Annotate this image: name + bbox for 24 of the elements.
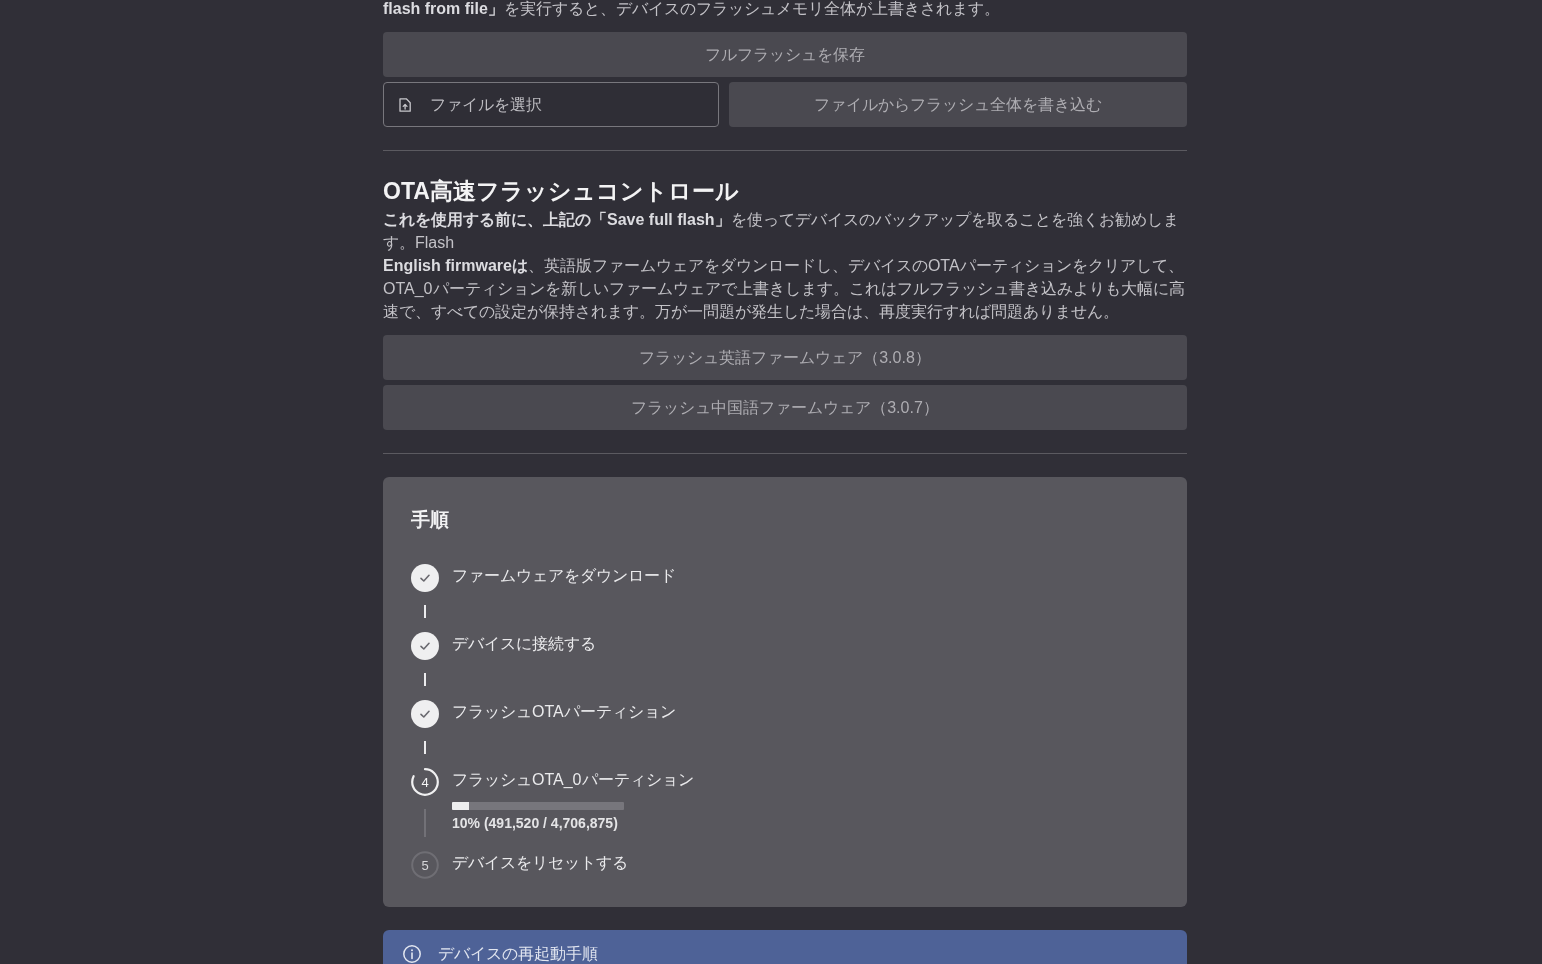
section-title: OTA高速フラッシュコントロール — [383, 177, 740, 206]
progress-reading: 10% (491,520 / 4,706,875) — [452, 814, 619, 832]
steps-title: 手順 — [411, 508, 450, 532]
notice-title: デバイスの再起動手順 — [438, 945, 598, 963]
step-label: デバイスをリセットする — [452, 853, 629, 873]
save-flash-button[interactable]: フルフラッシュを保存 — [383, 32, 1187, 77]
description-paragraph: これを使用する前に、上記の「Save full flash」を使ってデバイスのバックアップを取ることを強くお勧めします。Flash — [383, 210, 1180, 253]
write-flash-button[interactable]: ファイルからフラッシュ全体を書き込む — [729, 82, 1187, 127]
step-number: 4 — [420, 773, 430, 792]
file-select-button[interactable]: ファイルを選択 — [383, 82, 719, 127]
file-upload-icon — [399, 97, 411, 112]
step-label: フラッシュOTA_0パーティション — [452, 770, 695, 790]
connector-line — [424, 673, 426, 686]
step-label: デバイスに接続する — [452, 634, 597, 654]
connector-line — [424, 741, 426, 754]
description-paragraph: English firmwareは、英語版ファームウェアをダウンロードし、デバイスのOTAパーティションをクリアして、OTA_0パーティションを新しいファームウェアで上書きします。これはフルフラッシュ書き込みよりも大幅に高速で、すべての設定が保持されます。万が一問題が発生した場合は、再度実行すれば問題ありません。 — [383, 256, 1186, 322]
info-icon — [403, 945, 421, 963]
step-label: ファームウェアをダウンロード — [452, 566, 677, 586]
step-number: 5 — [420, 856, 430, 875]
step-label: フラッシュOTAパーティション — [452, 702, 677, 722]
flash-firmware-button[interactable]: フラッシュ中国語ファームウェア（3.0.7） — [383, 385, 1187, 430]
warning-text: flash from file」を実行すると、デバイスのフラッシュメモリ全体が上書きされます。 — [383, 0, 1001, 19]
flash-firmware-button[interactable]: フラッシュ英語ファームウェア（3.0.8） — [383, 335, 1187, 380]
connector-line — [424, 605, 426, 618]
